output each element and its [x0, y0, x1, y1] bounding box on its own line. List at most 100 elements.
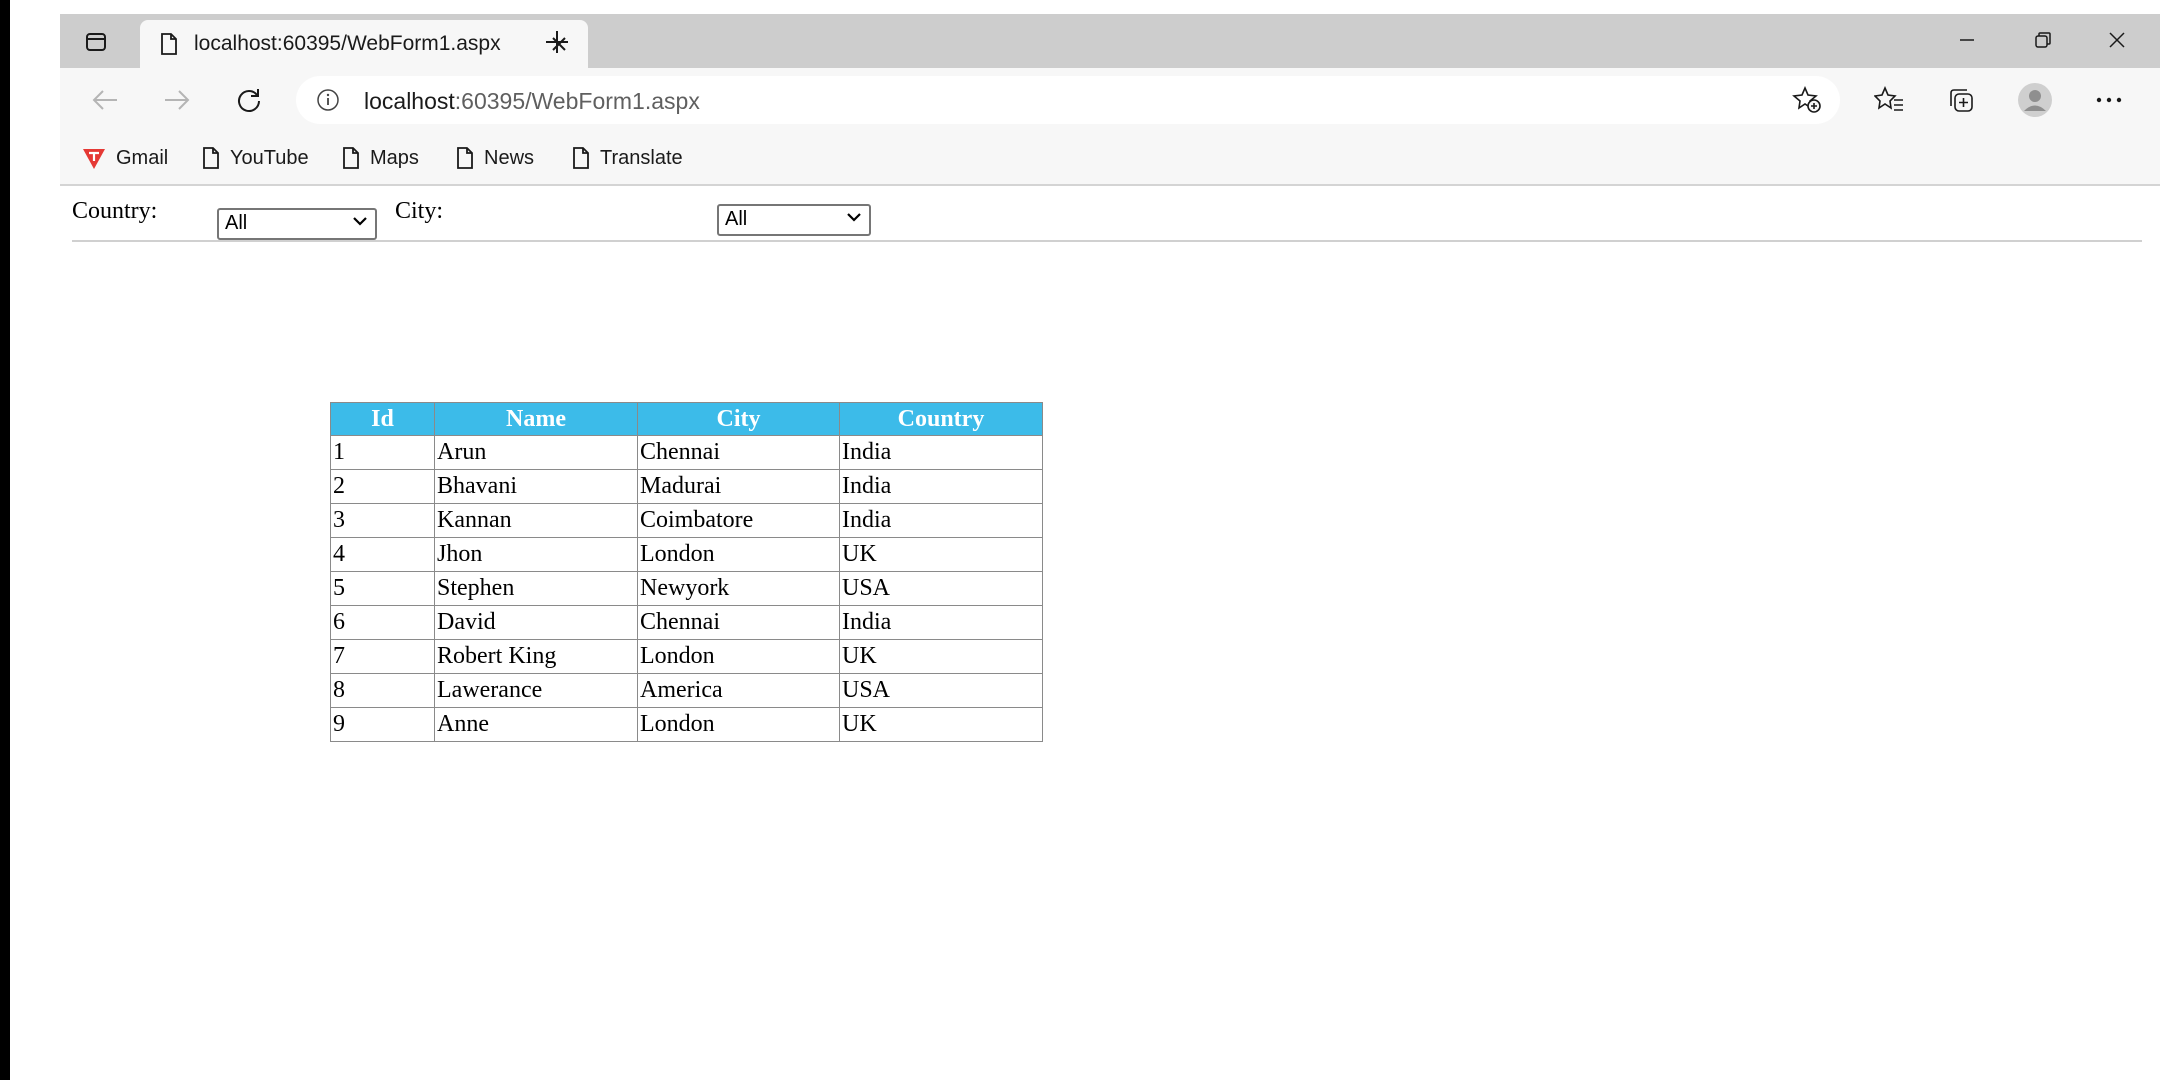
active-tab[interactable]: localhost:60395/WebForm1.aspx	[140, 20, 588, 68]
page-icon	[343, 147, 359, 169]
profile-button[interactable]	[2012, 78, 2058, 122]
page-icon	[203, 147, 219, 169]
cell-country: UK	[839, 537, 1043, 572]
back-button[interactable]	[82, 78, 128, 122]
bookmark-label: Maps	[370, 146, 419, 169]
restore-icon	[2035, 32, 2051, 48]
chevron-down-icon	[353, 217, 367, 226]
minimize-icon	[1960, 39, 1974, 41]
table-row: 7 Robert King London UK	[330, 639, 1043, 674]
cell-city: London	[637, 537, 840, 572]
country-label: Country:	[72, 198, 158, 224]
table-row: 8 Lawerance America USA	[330, 673, 1043, 708]
table-row: 3 Kannan Coimbatore India	[330, 503, 1043, 538]
column-header-name: Name	[434, 402, 638, 436]
cell-name: Jhon	[434, 537, 638, 572]
cell-country: UK	[839, 639, 1043, 674]
cell-country: UK	[839, 707, 1043, 742]
table-row: 1 Arun Chennai India	[330, 435, 1043, 470]
bookmark-label: Gmail	[116, 146, 169, 169]
cell-city: Chennai	[637, 435, 840, 470]
bookmark-gmail[interactable]: Gmail	[82, 144, 168, 172]
cell-city: Chennai	[637, 605, 840, 640]
cell-country: India	[839, 435, 1043, 470]
more-button[interactable]	[2086, 78, 2132, 122]
add-favorite-icon[interactable]	[1792, 86, 1822, 114]
page-icon	[573, 147, 589, 169]
cell-id: 4	[330, 537, 435, 572]
tab-title: localhost:60395/WebForm1.aspx	[194, 32, 501, 55]
bookmark-label: News	[484, 146, 535, 169]
cell-id: 3	[330, 503, 435, 538]
cell-name: Kannan	[434, 503, 638, 538]
cell-name: Lawerance	[434, 673, 638, 708]
city-label: City:	[395, 198, 444, 224]
city-selected-value: All	[725, 208, 748, 230]
cell-id: 1	[330, 435, 435, 470]
favorites-button[interactable]	[1866, 78, 1912, 122]
tab-strip: localhost:60395/WebForm1.aspx	[60, 14, 2160, 68]
bookmark-label: Translate	[600, 146, 683, 169]
page-icon	[161, 33, 177, 55]
separator-line	[72, 240, 2142, 242]
browser-window: localhost:60395/WebForm1.aspx localhost:…	[60, 14, 2160, 1080]
cell-city: America	[637, 673, 840, 708]
restore-button[interactable]	[2008, 18, 2078, 62]
close-window-button[interactable]	[2082, 18, 2152, 62]
cell-id: 5	[330, 571, 435, 606]
cell-country: India	[839, 469, 1043, 504]
cell-city: Madurai	[637, 469, 840, 504]
bookmark-label: YouTube	[230, 146, 309, 169]
table-row: 4 Jhon London UK	[330, 537, 1043, 572]
bookmark-maps[interactable]: Maps	[342, 144, 419, 172]
chevron-down-icon	[847, 213, 861, 222]
bookmark-news[interactable]: News	[456, 144, 534, 172]
plus-icon	[546, 31, 568, 53]
table-header-row: Id Name City Country	[330, 402, 1043, 436]
url-text: localhost:60395/WebForm1.aspx	[364, 88, 700, 115]
page-icon	[457, 147, 473, 169]
tab-actions-icon	[86, 33, 106, 51]
cell-country: USA	[839, 571, 1043, 606]
bookmarks-bar: Gmail YouTube Maps News Translate	[60, 132, 2160, 186]
cell-country: India	[839, 605, 1043, 640]
more-icon	[2096, 97, 2122, 103]
refresh-button[interactable]	[226, 78, 272, 122]
screen-edge	[0, 0, 10, 1080]
tab-actions-button[interactable]	[72, 22, 120, 62]
cell-name: Bhavani	[434, 469, 638, 504]
table-row: 6 David Chennai India	[330, 605, 1043, 640]
cell-name: Stephen	[434, 571, 638, 606]
forward-button[interactable]	[154, 78, 200, 122]
column-header-city: City	[637, 402, 840, 436]
cell-country: India	[839, 503, 1043, 538]
cell-name: Anne	[434, 707, 638, 742]
column-header-id: Id	[330, 402, 435, 436]
back-arrow-icon	[92, 90, 117, 110]
cell-id: 8	[330, 673, 435, 708]
cell-name: Arun	[434, 435, 638, 470]
cell-id: 9	[330, 707, 435, 742]
collections-button[interactable]	[1938, 78, 1984, 122]
url-host: localhost	[364, 88, 455, 114]
city-dropdown[interactable]: All	[717, 204, 871, 236]
avatar-icon	[2018, 83, 2052, 117]
table-row: 9 Anne London UK	[330, 707, 1043, 742]
country-dropdown[interactable]: All	[217, 208, 377, 240]
cell-city: Newyork	[637, 571, 840, 606]
bookmark-youtube[interactable]: YouTube	[202, 144, 309, 172]
minimize-button[interactable]	[1932, 18, 2002, 62]
cell-city: Coimbatore	[637, 503, 840, 538]
table-row: 5 Stephen Newyork USA	[330, 571, 1043, 606]
cell-name: Robert King	[434, 639, 638, 674]
column-header-country: Country	[839, 402, 1043, 436]
cell-city: London	[637, 707, 840, 742]
close-window-icon	[2109, 32, 2125, 48]
customers-grid: Id Name City Country 1 Arun Chennai Indi…	[330, 402, 1043, 742]
bookmark-translate[interactable]: Translate	[572, 144, 683, 172]
new-tab-button[interactable]	[536, 22, 578, 62]
country-selected-value: All	[225, 212, 248, 234]
address-bar[interactable]: localhost:60395/WebForm1.aspx	[296, 76, 1840, 124]
collections-icon	[1950, 89, 1973, 112]
browser-toolbar: localhost:60395/WebForm1.aspx	[60, 68, 2160, 132]
